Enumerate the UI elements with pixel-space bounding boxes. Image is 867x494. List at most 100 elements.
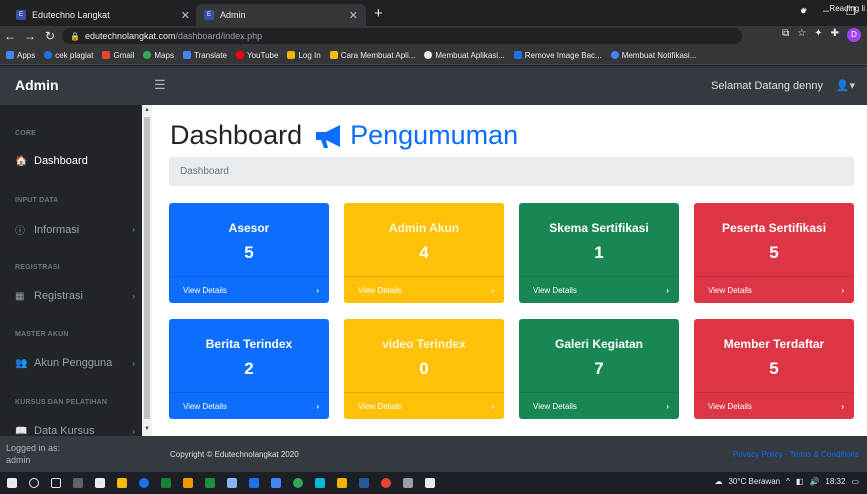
bookmark-item[interactable]: Membuat Notifikasi... bbox=[610, 51, 696, 60]
card-value: 4 bbox=[419, 243, 429, 262]
task-view-icon[interactable] bbox=[51, 478, 61, 488]
chevron-right-icon: › bbox=[841, 285, 844, 295]
app-icon[interactable] bbox=[205, 478, 215, 488]
close-tab-icon[interactable]: ✕ bbox=[181, 9, 190, 22]
stat-card-skema-sertifikasi: Skema Sertifikasi 1 View Details › bbox=[519, 203, 679, 303]
sidebar-heading-master-akun: MASTER AKUN bbox=[15, 331, 69, 338]
widgets-icon[interactable] bbox=[73, 478, 83, 488]
maps-icon bbox=[143, 51, 152, 59]
app-icon[interactable] bbox=[425, 478, 435, 488]
bookmark-item[interactable]: Log In bbox=[287, 51, 321, 60]
volume-icon[interactable]: 🔊 bbox=[809, 477, 819, 486]
scroll-down-icon[interactable]: ▼ bbox=[144, 426, 150, 432]
sidebar-item-akun-pengguna[interactable]: 👥 Akun Pengguna › bbox=[15, 357, 135, 369]
bookmark-item[interactable]: Translate bbox=[182, 51, 227, 60]
sidebar-toggle-icon[interactable]: ☰ bbox=[154, 77, 166, 93]
bookmark-star-icon[interactable]: ☆ bbox=[797, 28, 806, 42]
navbar-brand[interactable]: Admin bbox=[15, 77, 59, 93]
page-footer: Copyright © Edutechnolangkat 2020 Privac… bbox=[152, 436, 867, 472]
app-icon[interactable] bbox=[249, 478, 259, 488]
app-icon[interactable] bbox=[337, 478, 347, 488]
card-value: 2 bbox=[244, 359, 254, 378]
windows-start-icon[interactable] bbox=[7, 478, 17, 488]
bookmark-item[interactable]: YouTube bbox=[236, 51, 278, 60]
bookmark-favicon-icon bbox=[610, 51, 619, 59]
new-tab-button[interactable]: + bbox=[374, 5, 383, 22]
back-icon[interactable]: ← bbox=[0, 29, 20, 43]
minimize-icon[interactable]: – bbox=[823, 5, 829, 17]
weather-icon: ☁ bbox=[714, 477, 723, 486]
clock[interactable]: 18:32 bbox=[825, 477, 845, 486]
announcement-link[interactable]: Pengumuman bbox=[314, 120, 518, 151]
tray-chevron-icon[interactable]: ^ bbox=[786, 477, 790, 486]
logged-in-label: Logged in as: bbox=[6, 443, 61, 453]
notifications-icon[interactable]: ▭ bbox=[851, 477, 859, 486]
sidebar-item-informasi[interactable]: ⓘ Informasi › bbox=[15, 222, 135, 238]
bookmark-item[interactable]: Cara Membuat Apli... bbox=[329, 51, 415, 60]
card-value: 0 bbox=[419, 359, 429, 378]
reload-icon[interactable]: ↻ bbox=[40, 29, 60, 43]
user-greeting: Selamat Datang denny bbox=[711, 80, 823, 92]
puzzle-icon[interactable]: ✚ bbox=[831, 28, 839, 42]
edge-icon[interactable] bbox=[139, 478, 149, 488]
bookmark-apps[interactable]: Apps bbox=[6, 51, 35, 60]
forward-icon[interactable]: → bbox=[20, 29, 40, 43]
app-icon[interactable] bbox=[403, 478, 413, 488]
search-icon[interactable] bbox=[29, 478, 39, 488]
bookmark-item[interactable]: Maps bbox=[143, 51, 174, 60]
view-details-link[interactable]: View Details › bbox=[694, 392, 854, 419]
profile-avatar[interactable]: D bbox=[847, 28, 861, 42]
view-details-link[interactable]: View Details › bbox=[519, 276, 679, 303]
site-favicon-icon: E bbox=[16, 10, 26, 20]
app-icon[interactable] bbox=[227, 478, 237, 488]
extension-icon[interactable]: ✦ bbox=[814, 28, 822, 42]
view-details-link[interactable]: View Details › bbox=[344, 276, 504, 303]
sidebar-item-dashboard[interactable]: 🏠 Dashboard bbox=[15, 155, 135, 167]
app-icon[interactable] bbox=[381, 478, 391, 488]
address-bar[interactable]: 🔒 edutechnolangkat.com /dashboard/index.… bbox=[62, 28, 742, 44]
scroll-up-icon[interactable]: ▲ bbox=[144, 107, 150, 113]
view-details-link[interactable]: View Details › bbox=[169, 392, 329, 419]
user-dropdown-icon[interactable]: 👤▾ bbox=[836, 79, 855, 92]
bookmark-favicon-icon bbox=[424, 51, 433, 59]
browser-tab-active[interactable]: E Admin ✕ bbox=[196, 4, 366, 26]
card-title: Asesor bbox=[228, 221, 270, 235]
reading-list-button[interactable]: Reading li bbox=[829, 4, 865, 13]
chrome-icon[interactable] bbox=[293, 478, 303, 488]
app-icon[interactable] bbox=[315, 478, 325, 488]
card-title: video Terindex bbox=[382, 337, 466, 351]
browser-tab[interactable]: E Edutechno Langkat ✕ bbox=[8, 4, 198, 26]
translate-icon[interactable]: ⧉ bbox=[782, 28, 789, 42]
weather-text[interactable]: 30°C Berawan bbox=[728, 477, 780, 486]
card-value: 1 bbox=[594, 243, 604, 262]
stat-card-member-terdaftar: Member Terdaftar 5 View Details › bbox=[694, 319, 854, 419]
word-icon[interactable] bbox=[359, 478, 369, 488]
network-icon[interactable]: ◧ bbox=[796, 477, 804, 486]
card-value: 5 bbox=[244, 243, 254, 262]
stat-card-video-terindex: video Terindex 0 View Details › bbox=[344, 319, 504, 419]
app-icon[interactable] bbox=[183, 478, 193, 488]
bookmark-item[interactable]: cek plagiat bbox=[44, 51, 93, 60]
app-icon[interactable] bbox=[271, 478, 281, 488]
view-details-link[interactable]: View Details › bbox=[344, 392, 504, 419]
bookmarks-overflow-button[interactable]: » bbox=[802, 4, 807, 14]
view-details-link[interactable]: View Details › bbox=[519, 392, 679, 419]
close-tab-icon[interactable]: ✕ bbox=[349, 9, 358, 22]
view-details-link[interactable]: View Details › bbox=[169, 276, 329, 303]
page-title: Dashboard Pengumuman bbox=[170, 120, 518, 151]
sidebar-scrollbar-thumb[interactable] bbox=[144, 117, 150, 419]
store-icon[interactable] bbox=[95, 478, 105, 488]
file-explorer-icon[interactable] bbox=[117, 478, 127, 488]
chevron-right-icon: › bbox=[132, 291, 135, 301]
sidebar-item-registrasi[interactable]: ▦ Registrasi › bbox=[15, 290, 135, 302]
bookmark-item[interactable]: Membuat Aplikasi... bbox=[424, 51, 505, 60]
bookmark-item[interactable]: Gmail bbox=[102, 51, 134, 60]
sidebar-item-data-kursus[interactable]: 📖 Data Kursus › bbox=[15, 425, 135, 436]
excel-icon[interactable] bbox=[161, 478, 171, 488]
url-path: /dashboard/index.php bbox=[175, 31, 263, 41]
card-title: Berita Terindex bbox=[205, 337, 293, 351]
footer-links[interactable]: Privacy Policy · Terms & Conditions bbox=[733, 450, 859, 459]
view-details-link[interactable]: View Details › bbox=[694, 276, 854, 303]
youtube-icon bbox=[236, 51, 244, 59]
bookmark-item[interactable]: Remove Image Bac... bbox=[513, 51, 602, 60]
